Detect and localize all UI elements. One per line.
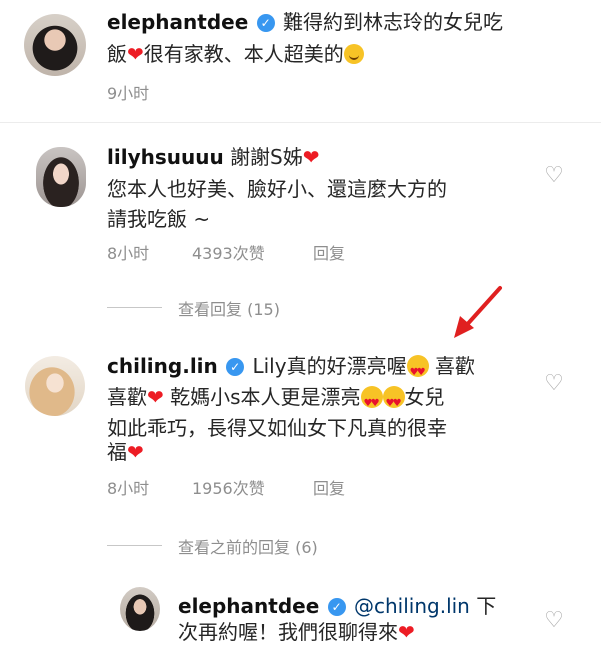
view-previous-replies-button[interactable]: 查看之前的回复 (6) xyxy=(178,534,318,558)
timestamp: 9小时 xyxy=(107,84,150,103)
comment-text: 福❤ xyxy=(107,436,144,469)
heart-outline-icon[interactable]: ♡ xyxy=(543,610,565,632)
username[interactable]: elephantdee xyxy=(178,594,319,618)
replies-rule xyxy=(107,307,162,308)
verified-icon: ✓ xyxy=(226,358,245,376)
comment-line: 如此乖巧，長得又如仙女下凡真的很幸 xyxy=(107,416,447,440)
comment-text: chiling.lin ✓ Lily真的好漂亮喔 喜歡 xyxy=(107,350,587,389)
comment-line: Lily真的好漂亮喔 xyxy=(252,354,407,378)
like-count[interactable]: 1956次赞 xyxy=(192,475,265,499)
heart-outline-icon[interactable]: ♡ xyxy=(543,165,565,187)
comment-text: 飯❤很有家教、本人超美的 xyxy=(107,38,364,71)
comment-text: elephantdee ✓ 難得約到林志玲的女兒吃 xyxy=(107,6,587,39)
heart-emoji-icon: ❤ xyxy=(127,42,144,66)
comment-line: 喜歡 xyxy=(107,385,147,409)
comment-line: 謝謝S姊 xyxy=(230,145,303,169)
comment-line: 飯 xyxy=(107,42,127,66)
avatar[interactable] xyxy=(36,147,86,207)
verified-icon: ✓ xyxy=(327,598,346,616)
comment-line: 您本人也好美、臉好小、還這麼大方的 xyxy=(107,177,447,201)
comment-text: 喜歡❤ 乾媽小s本人更是漂亮 女兒 xyxy=(107,381,445,420)
comment-line: 難得約到林志玲的女兒吃 xyxy=(283,10,503,34)
username[interactable]: chiling.lin xyxy=(107,354,218,378)
comment-line: 乾媽小s本人更是漂亮 xyxy=(170,385,361,409)
heart-eyes-emoji-icon xyxy=(382,386,405,420)
heart-outline-icon[interactable]: ♡ xyxy=(543,373,565,395)
heart-emoji-icon: ❤ xyxy=(302,145,320,169)
comment-line: 女兒 xyxy=(404,385,445,409)
heart-eyes-emoji-icon xyxy=(360,386,383,420)
comment-line: 請我吃飯 ~ xyxy=(107,207,211,231)
comment-text: 次再約喔！我們很聊得來❤ xyxy=(178,616,415,649)
view-replies-button[interactable]: 查看回复 (15) xyxy=(178,296,280,320)
heart-emoji-icon: ❤ xyxy=(398,620,415,644)
heart-emoji-icon: ❤ xyxy=(127,440,144,464)
like-count[interactable]: 4393次赞 xyxy=(192,240,265,264)
heart-eyes-emoji-icon xyxy=(406,355,429,389)
comment-text: lilyhsuuuu 謝謝S姊❤ xyxy=(107,141,320,174)
avatar[interactable] xyxy=(120,587,160,631)
username[interactable]: lilyhsuuuu xyxy=(107,145,224,169)
divider xyxy=(0,122,601,123)
reply-button[interactable]: 回复 xyxy=(313,475,345,499)
heart-emoji-icon: ❤ xyxy=(147,385,164,409)
timestamp: 8小时 xyxy=(107,244,150,263)
comment-line: 次再約喔！我們很聊得來 xyxy=(178,620,398,644)
timestamp: 8小时 xyxy=(107,479,150,498)
mention-link[interactable]: @chiling.lin xyxy=(354,594,470,618)
verified-icon: ✓ xyxy=(256,14,275,32)
comment-line: 喜歡 xyxy=(434,354,475,378)
comment-line: 下 xyxy=(476,594,497,618)
red-arrow-annotation xyxy=(454,286,502,338)
avatar[interactable] xyxy=(25,356,85,416)
comment-line: 福 xyxy=(107,440,127,464)
username[interactable]: elephantdee xyxy=(107,10,248,34)
comment-line: 很有家教、本人超美的 xyxy=(143,42,344,66)
smiling-face-emoji-icon xyxy=(343,44,364,64)
reply-button[interactable]: 回复 xyxy=(313,240,345,264)
avatar[interactable] xyxy=(24,14,86,76)
replies-rule xyxy=(107,545,162,546)
